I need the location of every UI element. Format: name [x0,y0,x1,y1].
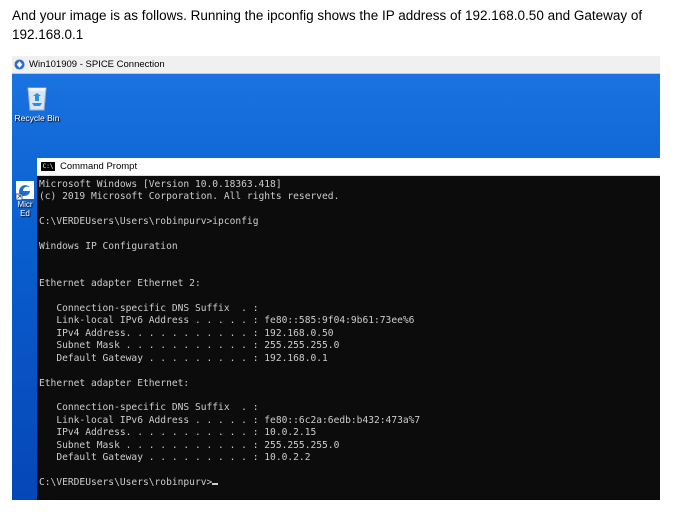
console-prompt[interactable]: C:\VERDEUsers\Users\robinpurv> [39,477,212,488]
console-line: IPv4 Address. . . . . . . . . . . : 10.0… [39,427,317,439]
console-output[interactable]: Microsoft Windows [Version 10.0.18363.41… [37,176,660,489]
console-line: Default Gateway . . . . . . . . . : 192.… [39,352,328,364]
console-line: Ethernet adapter Ethernet 2: [39,278,201,290]
command-prompt-title-bar[interactable]: C:\ Command Prompt [37,158,660,176]
spice-connection-window: Win101909 - SPICE Connection Recycle Bin… [12,56,660,500]
recycle-bin-icon [27,87,47,111]
console-line: Windows IP Configuration [39,241,178,253]
console-line: Link-local IPv6 Address . . . . . : fe80… [39,315,415,327]
console-line: C:\VERDEUsers\Users\robinpurv>ipconfig [39,216,259,228]
recycle-bin-shortcut[interactable]: Recycle Bin [12,80,62,123]
console-line: Subnet Mask . . . . . . . . . . . : 255.… [39,340,340,352]
edge-shortcut[interactable]: Micr Ed [12,180,38,218]
recycle-bin-label: Recycle Bin [14,113,60,123]
spice-title-bar[interactable]: Win101909 - SPICE Connection [12,56,660,74]
command-prompt-window[interactable]: C:\ Command Prompt Microsoft Windows [Ve… [37,158,660,500]
console-line: (c) 2019 Microsoft Corporation. All righ… [39,191,340,203]
intro-text: And your image is as follows. Running th… [12,8,643,42]
console-line: Default Gateway . . . . . . . . . : 10.0… [39,451,311,463]
console-line: Microsoft Windows [Version 10.0.18363.41… [39,179,282,190]
windows-desktop: Recycle Bin Micr Ed C:\ Command Prompt M… [12,74,660,500]
console-line: IPv4 Address. . . . . . . . . . . : 192.… [39,327,334,339]
console-line: Connection-specific DNS Suffix . : [39,303,259,315]
command-prompt-icon: C:\ [41,162,55,171]
console-line: Subnet Mask . . . . . . . . . . . : 255.… [39,439,340,451]
edge-label: Micr Ed [17,200,33,218]
spice-window-title: Win101909 - SPICE Connection [29,59,165,70]
command-prompt-title: Command Prompt [60,161,138,172]
console-line: Connection-specific DNS Suffix . : [39,402,259,414]
console-line: Ethernet adapter Ethernet: [39,377,190,389]
text-cursor [212,482,219,485]
spice-app-icon [14,59,25,70]
edge-icon [15,181,34,200]
console-line: Link-local IPv6 Address . . . . . : fe80… [39,414,421,426]
